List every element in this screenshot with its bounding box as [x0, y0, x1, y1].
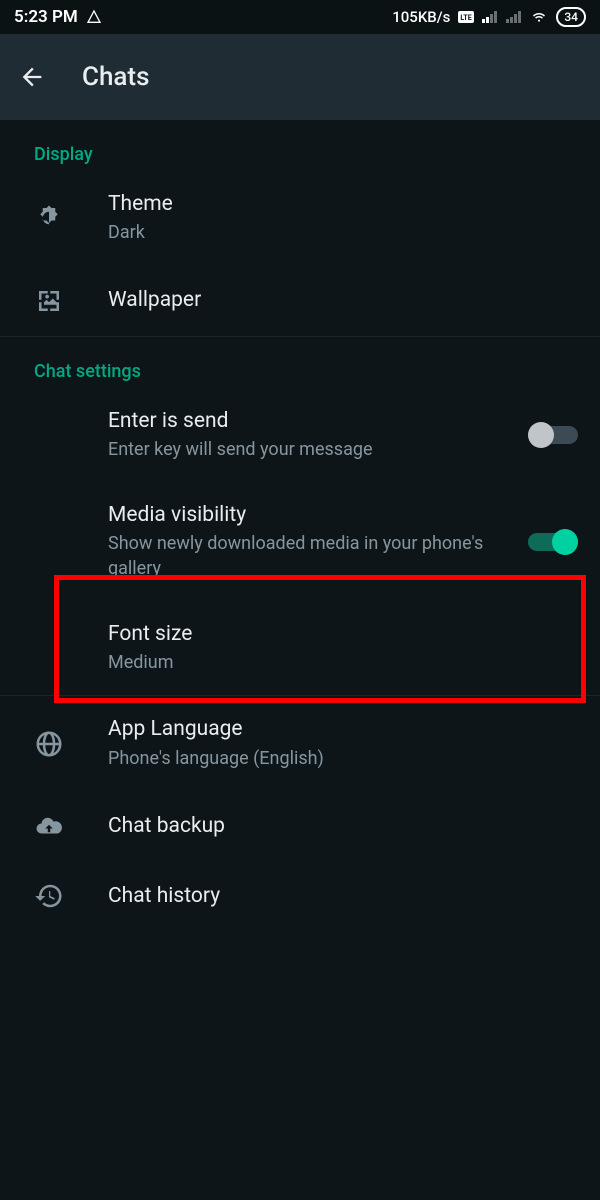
section-header-chat-settings: Chat settings: [0, 337, 600, 388]
row-title: Enter is send: [108, 408, 516, 434]
wallpaper-icon: [34, 286, 64, 316]
triangle-icon: [86, 9, 102, 25]
status-bar: 5:23 PM 105KB/s LTE 34: [0, 0, 600, 34]
section-header-display: Display: [0, 120, 600, 171]
status-time: 5:23 PM: [14, 7, 78, 27]
row-title: Chat history: [108, 883, 578, 909]
row-subtitle: Medium: [108, 651, 578, 675]
row-title: Wallpaper: [108, 287, 578, 313]
row-wallpaper[interactable]: Wallpaper: [0, 266, 600, 336]
row-subtitle: Phone's language (English): [108, 747, 578, 771]
row-subtitle: Enter key will send your message: [108, 438, 516, 462]
settings-content: Display Theme Dark Wallpaper Chat settin…: [0, 120, 600, 931]
row-chat-backup[interactable]: Chat backup: [0, 791, 600, 861]
row-enter-is-send[interactable]: Enter is send Enter key will send your m…: [0, 388, 600, 483]
battery-indicator: 34: [556, 7, 586, 27]
toggle-enter-is-send[interactable]: [528, 422, 578, 448]
row-media-visibility[interactable]: Media visibility Show newly downloaded m…: [0, 482, 600, 601]
row-theme[interactable]: Theme Dark: [0, 171, 600, 266]
row-title: Font size: [108, 621, 578, 647]
row-chat-history[interactable]: Chat history: [0, 861, 600, 931]
row-app-language[interactable]: App Language Phone's language (English): [0, 696, 600, 791]
volte-icon: LTE: [458, 11, 474, 23]
history-icon: [34, 881, 64, 911]
toggle-media-visibility[interactable]: [528, 529, 578, 555]
row-subtitle: Show newly downloaded media in your phon…: [108, 532, 516, 581]
wifi-icon: [530, 10, 548, 24]
cloud-upload-icon: [34, 811, 64, 841]
row-title: Media visibility: [108, 502, 516, 528]
row-title: Theme: [108, 191, 578, 217]
row-font-size[interactable]: Font size Medium: [0, 601, 600, 696]
app-header: Chats: [0, 34, 600, 120]
globe-icon: [34, 729, 64, 759]
row-subtitle: Dark: [108, 221, 578, 245]
signal-icon: [482, 11, 498, 23]
svg-text:LTE: LTE: [461, 14, 472, 22]
brightness-icon: [34, 203, 64, 233]
back-icon[interactable]: [18, 63, 46, 91]
status-net-speed: 105KB/s: [392, 8, 450, 26]
page-title: Chats: [82, 62, 149, 92]
row-title: App Language: [108, 716, 578, 742]
signal-icon-2: [506, 11, 522, 23]
row-title: Chat backup: [108, 813, 578, 839]
